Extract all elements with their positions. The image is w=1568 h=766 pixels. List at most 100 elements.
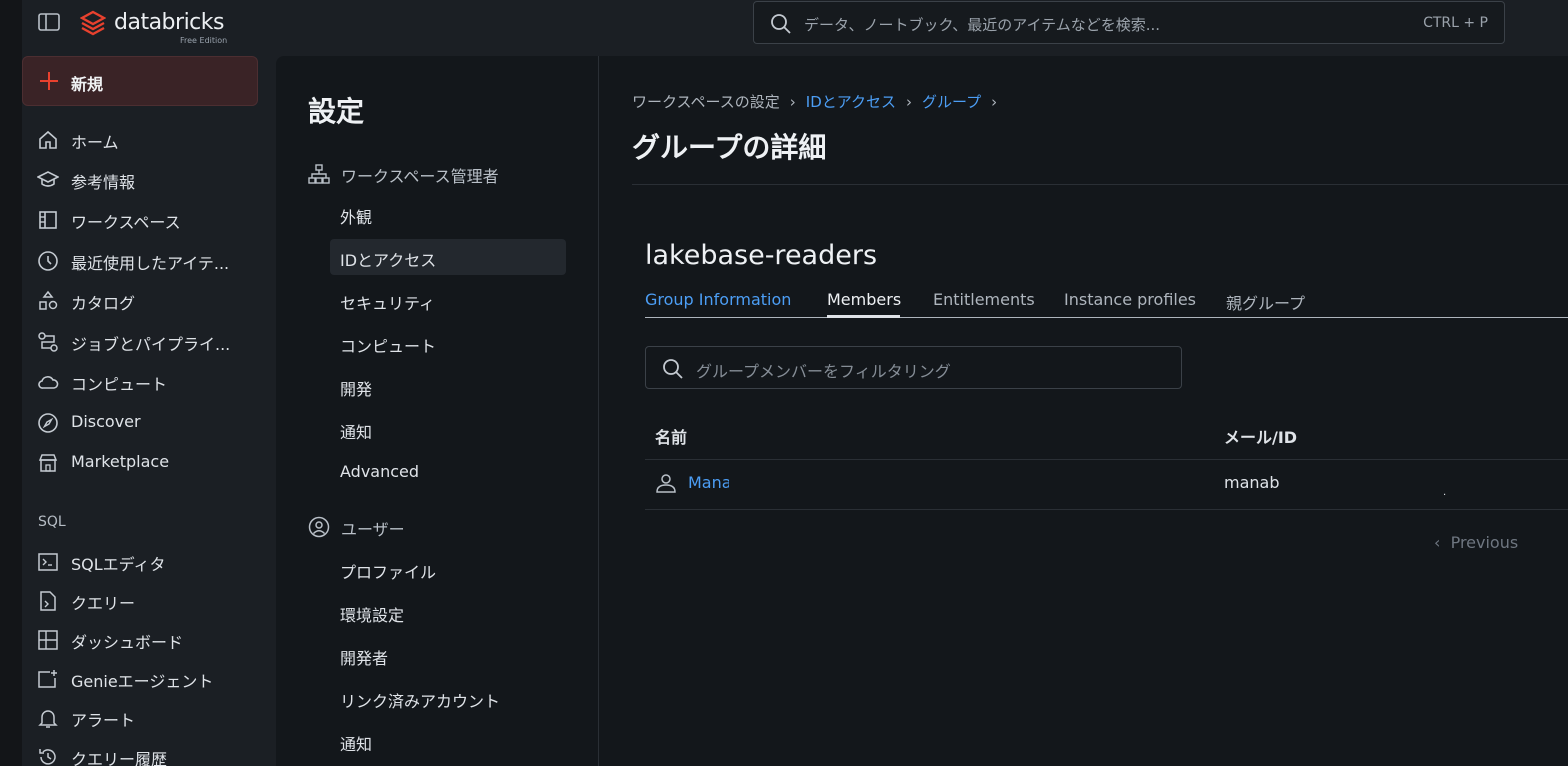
- settings-item-security[interactable]: セキュリティ: [330, 282, 566, 318]
- tab-members[interactable]: Members: [827, 290, 901, 309]
- settings-item-label: 外観: [340, 208, 373, 227]
- nav-item-label: ワークスペース: [71, 213, 181, 232]
- nav-item-sql-editor[interactable]: SQLエディタ: [22, 544, 262, 578]
- settings-item-preferences[interactable]: 環境設定: [330, 594, 566, 630]
- nav-item-label: Marketplace: [71, 452, 170, 471]
- compass-icon: [37, 412, 59, 434]
- main-content: ワークスペースの設定 › IDとアクセス › グループ › グループの詳細 lakebas…: [599, 56, 1568, 766]
- previous-page-button[interactable]: ‹ Previous: [1434, 533, 1518, 552]
- global-search-input[interactable]: データ、ノートブック、最近のアイテムなどを検索... CTRL + P: [753, 1, 1505, 44]
- settings-item-label: コンピュート: [340, 337, 437, 356]
- settings-item-advanced[interactable]: Advanced: [330, 454, 566, 490]
- nav-item-dashboards[interactable]: ダッシュボード: [22, 622, 262, 656]
- nav-item-workspace[interactable]: ワークスペース: [22, 202, 262, 236]
- nav-item-marketplace[interactable]: Marketplace: [22, 445, 262, 479]
- column-header-email[interactable]: メール/ID: [1224, 424, 1297, 448]
- sql-section-heading: SQL: [38, 514, 66, 530]
- header-divider: [632, 184, 1568, 185]
- group-name: lakebase-readers: [645, 240, 878, 271]
- nav-item-label: カタログ: [71, 294, 136, 313]
- nav-item-jobs[interactable]: ジョブとパイプライ...: [22, 324, 262, 358]
- chevron-right-icon: ›: [789, 93, 796, 111]
- table-row: Manab manab ·: [645, 459, 1568, 510]
- clock-icon: [37, 250, 59, 272]
- settings-item-identity-access[interactable]: IDとアクセス: [330, 239, 566, 275]
- settings-item-profile[interactable]: プロファイル: [330, 551, 566, 587]
- search-shortcut: CTRL + P: [1423, 15, 1488, 31]
- column-header-name[interactable]: 名前: [655, 424, 687, 448]
- chevron-right-icon: ›: [906, 93, 912, 111]
- settings-item-appearance[interactable]: 外観: [330, 196, 566, 232]
- nav-item-label: ダッシュボード: [71, 633, 184, 652]
- query-file-icon: [37, 590, 59, 612]
- breadcrumb-identity-access[interactable]: IDとアクセス: [806, 93, 896, 111]
- page-title: グループの詳細: [632, 131, 827, 164]
- nav-item-label: クエリー: [71, 594, 136, 613]
- new-button-label: 新規: [71, 75, 104, 94]
- nav-item-label: SQLエディタ: [71, 555, 166, 574]
- previous-label: Previous: [1450, 533, 1519, 552]
- member-filter-input[interactable]: グループメンバーをフィルタリング: [645, 346, 1182, 389]
- nav-item-alerts[interactable]: アラート: [22, 700, 262, 734]
- user-circle-icon: [308, 516, 330, 542]
- nav-item-label: 最近使用したアイテ...: [71, 254, 230, 273]
- nav-item-label: 参考情報: [71, 173, 136, 192]
- plus-icon: [39, 71, 59, 95]
- workspace-icon: [37, 209, 59, 231]
- tab-parent-groups[interactable]: 親グループ: [1226, 290, 1305, 314]
- nav-item-learning[interactable]: 参考情報: [22, 162, 262, 196]
- section-label: ワークスペース管理者: [341, 167, 499, 186]
- nav-item-recents[interactable]: 最近使用したアイテ...: [22, 243, 262, 277]
- nav-item-query-history[interactable]: クエリー履歴: [22, 739, 262, 766]
- settings-item-label: 開発: [340, 380, 373, 399]
- nav-item-discover[interactable]: Discover: [22, 405, 262, 439]
- nav-item-label: クエリー履歴: [71, 750, 168, 766]
- settings-item-development[interactable]: 開発: [330, 368, 566, 404]
- settings-item-label: 環境設定: [340, 606, 405, 625]
- settings-item-label: 通知: [340, 735, 373, 754]
- nav-item-label: ジョブとパイプライ...: [71, 335, 231, 354]
- new-button[interactable]: 新規: [22, 56, 258, 106]
- nav-item-label: アラート: [71, 711, 136, 730]
- tab-group-information[interactable]: Group Information: [645, 290, 791, 309]
- databricks-logo-icon: [80, 10, 106, 36]
- nav-item-genie[interactable]: Genieエージェント: [22, 661, 262, 695]
- settings-item-compute[interactable]: コンピュート: [330, 325, 566, 361]
- history-icon: [37, 746, 59, 766]
- breadcrumb-workspace-settings: ワークスペースの設定: [632, 93, 780, 111]
- search-icon: [662, 358, 684, 384]
- settings-item-developer[interactable]: 開発者: [330, 637, 566, 673]
- user-icon: [655, 472, 677, 498]
- nav-item-compute[interactable]: コンピュート: [22, 364, 262, 398]
- org-hierarchy-icon: [308, 163, 330, 189]
- bell-icon: [37, 707, 59, 729]
- breadcrumb: ワークスペースの設定 › IDとアクセス › グループ ›: [632, 91, 1007, 112]
- brand-name: databricks: [114, 10, 224, 35]
- tab-bar: Group Information Members Entitlements I…: [645, 286, 1568, 318]
- nav-item-label: Discover: [71, 412, 141, 431]
- tab-entitlements[interactable]: Entitlements: [933, 290, 1035, 309]
- settings-item-linked-accounts[interactable]: リンク済みアカウント: [330, 680, 566, 716]
- settings-panel: 設定 ワークスペース管理者 外観 IDとアクセス セキュリティ コンピュート 開…: [276, 56, 598, 766]
- search-icon: [770, 13, 792, 39]
- nav-item-label: Genieエージェント: [71, 672, 214, 691]
- databricks-logo[interactable]: databricks Free Edition: [80, 8, 240, 45]
- settings-title: 設定: [308, 95, 365, 128]
- settings-item-label: プロファイル: [340, 563, 437, 582]
- left-navigation: 新規 ホーム 参考情報 ワークスペース 最近使用したアイテ... カタログ ジョ…: [22, 48, 276, 766]
- nav-item-home[interactable]: ホーム: [22, 122, 262, 156]
- nav-item-queries[interactable]: クエリー: [22, 583, 262, 617]
- settings-item-label: 通知: [340, 423, 373, 442]
- settings-item-user-notifications[interactable]: 通知: [330, 723, 566, 759]
- sql-editor-icon: [37, 551, 59, 573]
- nav-item-label: コンピュート: [71, 375, 168, 394]
- member-name-link[interactable]: Manab: [688, 473, 729, 492]
- tab-instance-profiles[interactable]: Instance profiles: [1064, 290, 1196, 309]
- window-edge: [0, 0, 22, 766]
- breadcrumb-groups[interactable]: グループ: [922, 93, 981, 111]
- settings-item-label: Advanced: [340, 462, 420, 481]
- sidebar-toggle-icon[interactable]: [38, 12, 60, 32]
- nav-item-catalog[interactable]: カタログ: [22, 283, 262, 317]
- settings-item-notifications[interactable]: 通知: [330, 411, 566, 447]
- settings-item-label: IDとアクセス: [340, 251, 437, 270]
